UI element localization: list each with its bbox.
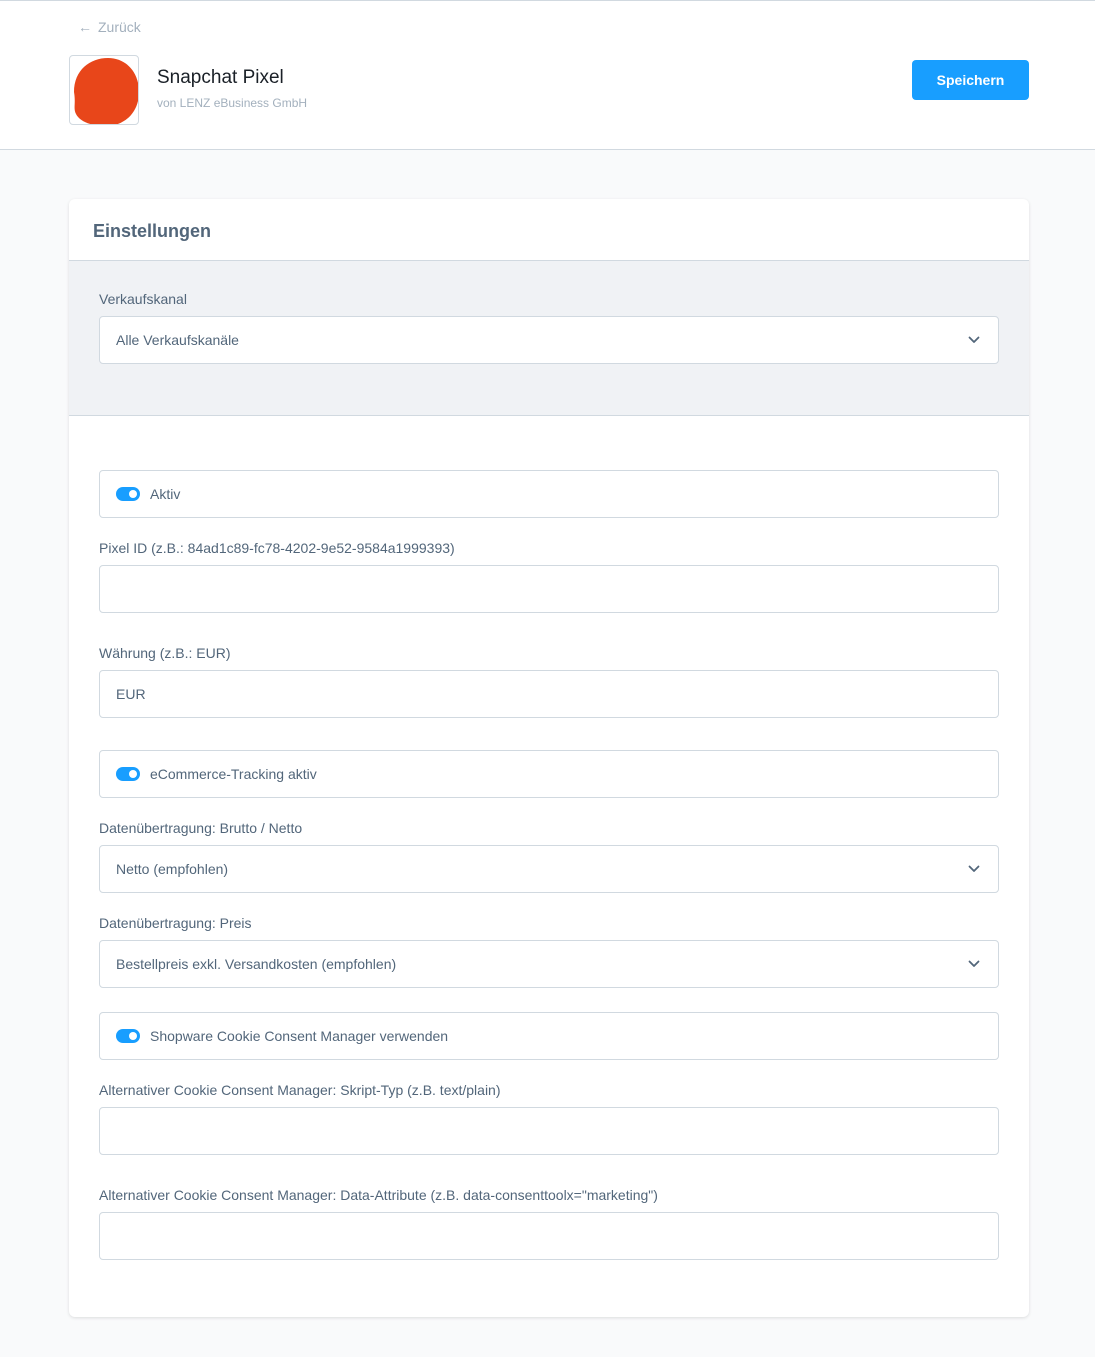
ecommerce-tracking-toggle-field: eCommerce-Tracking aktiv (99, 750, 999, 798)
snapchat-pixel-logo-icon (74, 58, 138, 124)
switch-knob (129, 1032, 137, 1040)
settings-card: Einstellungen Verkaufskanal Alle Verkauf… (69, 199, 1029, 1317)
price-select[interactable]: Bestellpreis exkl. Versandkosten (empfoh… (99, 940, 999, 988)
price-value: Bestellpreis exkl. Versandkosten (empfoh… (116, 956, 397, 972)
active-toggle-field: Aktiv (99, 470, 999, 518)
currency-input[interactable] (99, 670, 999, 718)
ecommerce-tracking-switch[interactable] (116, 767, 140, 781)
cookie-consent-switch[interactable] (116, 1029, 140, 1043)
gross-net-select[interactable]: Netto (empfohlen) (99, 845, 999, 893)
data-attribute-input[interactable] (99, 1212, 999, 1260)
switch-knob (129, 490, 137, 498)
script-type-label: Alternativer Cookie Consent Manager: Skr… (99, 1082, 501, 1098)
sales-channel-toolbar: Verkaufskanal Alle Verkaufskanäle (69, 261, 1029, 416)
app-logo (69, 55, 139, 125)
cookie-consent-toggle-field: Shopware Cookie Consent Manager verwende… (99, 1012, 999, 1060)
cookie-consent-label: Shopware Cookie Consent Manager verwende… (150, 1028, 449, 1044)
save-button[interactable]: Speichern (912, 60, 1029, 100)
data-attribute-label: Alternativer Cookie Consent Manager: Dat… (99, 1187, 658, 1203)
price-label: Datenübertragung: Preis (99, 915, 252, 931)
app-title: Snapchat Pixel (157, 67, 284, 88)
sales-channel-label: Verkaufskanal (99, 291, 187, 307)
sales-channel-select[interactable]: Alle Verkaufskanäle (99, 316, 999, 364)
active-label: Aktiv (150, 486, 181, 502)
script-type-input[interactable] (99, 1107, 999, 1155)
chevron-down-icon (968, 865, 980, 872)
settings-form: Aktiv Pixel ID (z.B.: 84ad1c89-fc78-4202… (69, 416, 1029, 1260)
card-title: Einstellungen (69, 199, 1029, 261)
pixel-id-input[interactable] (99, 565, 999, 613)
chevron-down-icon (968, 960, 980, 967)
pixel-id-label: Pixel ID (z.B.: 84ad1c89-fc78-4202-9e52-… (99, 540, 455, 556)
back-link[interactable]: ← Zurück (78, 19, 141, 35)
gross-net-value: Netto (empfohlen) (116, 861, 229, 877)
active-switch[interactable] (116, 487, 140, 501)
ecommerce-tracking-label: eCommerce-Tracking aktiv (150, 766, 317, 782)
back-link-label: Zurück (98, 19, 141, 35)
app-vendor: von LENZ eBusiness GmbH (157, 96, 308, 110)
page-header: ← Zurück Snapchat Pixel von LENZ eBusine… (0, 0, 1095, 150)
switch-knob (129, 770, 137, 778)
gross-net-label: Datenübertragung: Brutto / Netto (99, 820, 303, 836)
sales-channel-value: Alle Verkaufskanäle (116, 332, 239, 348)
chevron-down-icon (968, 336, 980, 343)
currency-label: Währung (z.B.: EUR) (99, 645, 231, 661)
arrow-left-icon: ← (78, 19, 92, 35)
